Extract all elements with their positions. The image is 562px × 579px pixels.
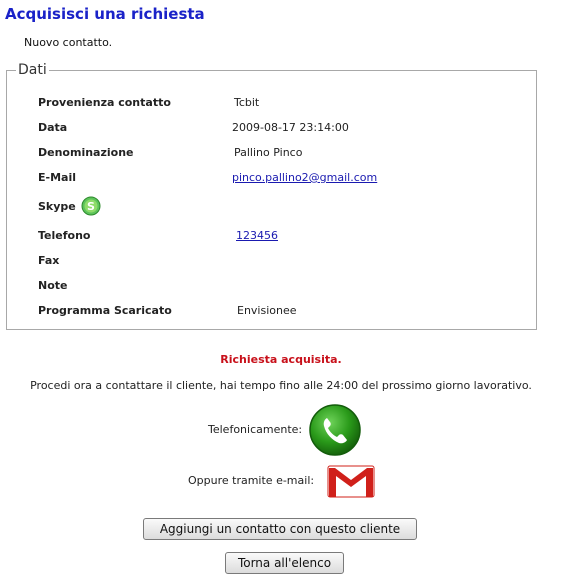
email-link[interactable]: pinco.pallino2@gmail.com bbox=[232, 171, 377, 184]
detail-label: Fax bbox=[38, 254, 60, 267]
phone-link[interactable]: 123456 bbox=[236, 229, 278, 242]
detail-value: Tcbit bbox=[234, 96, 260, 109]
instructions-text: Procedi ora a contattare il cliente, hai… bbox=[30, 379, 532, 392]
detail-label: Skype bbox=[38, 200, 76, 213]
detail-label: Data bbox=[38, 121, 68, 134]
svg-text:S: S bbox=[87, 200, 95, 213]
detail-label: E-Mail bbox=[38, 171, 76, 184]
detail-value: 2009-08-17 23:14:00 bbox=[232, 121, 349, 134]
detail-value-container: 123456 bbox=[236, 229, 278, 243]
detail-label: Denominazione bbox=[38, 146, 134, 159]
back-to-list-button[interactable]: Torna all'elenco bbox=[225, 552, 344, 574]
page-title: Acquisisci una richiesta bbox=[5, 5, 205, 23]
detail-label: Programma Scaricato bbox=[38, 304, 172, 317]
page: Acquisisci una richiesta Nuovo contatto.… bbox=[0, 0, 562, 579]
gmail-icon[interactable] bbox=[327, 463, 375, 499]
status-message: Richiesta acquisita. bbox=[220, 353, 342, 366]
detail-value: Envisionee bbox=[237, 304, 297, 317]
skype-icon[interactable]: S bbox=[81, 196, 101, 216]
detail-label: Provenienza contatto bbox=[38, 96, 171, 109]
details-legend: Dati bbox=[18, 62, 47, 78]
phone-contact-label: Telefonicamente: bbox=[208, 423, 303, 436]
detail-value-container: pinco.pallino2@gmail.com bbox=[232, 171, 377, 185]
detail-label: Note bbox=[38, 279, 68, 292]
add-contact-button[interactable]: Aggiungi un contatto con questo cliente bbox=[143, 518, 417, 540]
detail-value: Pallino Pinco bbox=[234, 146, 303, 159]
phone-icon[interactable] bbox=[308, 403, 362, 457]
email-contact-label: Oppure tramite e-mail: bbox=[188, 474, 315, 487]
page-subtitle: Nuovo contatto. bbox=[24, 36, 113, 49]
detail-label: Telefono bbox=[38, 229, 91, 242]
